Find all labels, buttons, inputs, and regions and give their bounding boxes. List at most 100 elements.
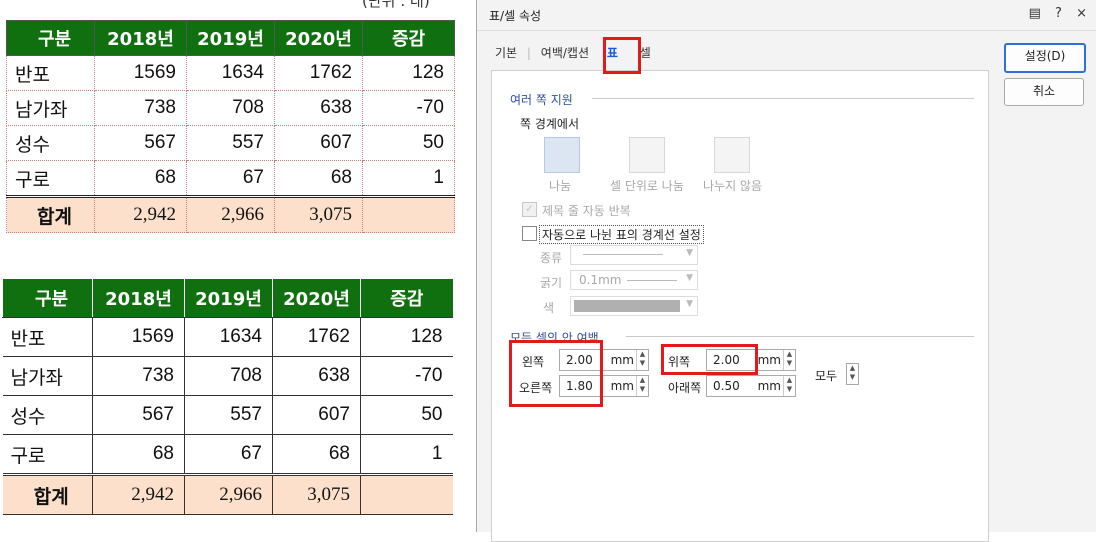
split-option-label: 나눔 bbox=[549, 179, 572, 193]
value-cell: 68 bbox=[274, 160, 363, 197]
row-label-cell: 구분 bbox=[2, 279, 93, 318]
titlebar-icons: ▤ ? × bbox=[1019, 6, 1087, 21]
value-cell: 738 bbox=[92, 356, 185, 396]
repeat-header-label: 제목 줄 자동 반복 bbox=[542, 204, 631, 218]
line-sample bbox=[583, 254, 663, 255]
row-label-cell: 구분 bbox=[6, 20, 95, 56]
spin-arrows-icon[interactable]: ▲ ▼ bbox=[783, 350, 795, 370]
spin-arrows-icon[interactable]: ▲ ▼ bbox=[636, 376, 648, 396]
row-label-cell: 성수 bbox=[2, 395, 93, 435]
type-label: 종류 bbox=[540, 251, 563, 265]
row-label-cell: 남가좌 bbox=[2, 356, 93, 396]
table-row: 구로 68 67 68 1 bbox=[6, 160, 455, 197]
value-cell: 증감 bbox=[362, 20, 455, 56]
bottom-margin-input[interactable]: 0.50 mm ▲ ▼ bbox=[706, 375, 796, 397]
no-split-option-icon[interactable] bbox=[714, 137, 750, 173]
value-cell: 68 bbox=[92, 434, 185, 475]
tab-separator: | bbox=[526, 46, 531, 60]
value-cell: 68 bbox=[272, 434, 361, 475]
color-label: 색 bbox=[543, 301, 555, 315]
tab-basic[interactable]: 기본 bbox=[495, 44, 517, 61]
color-combo[interactable]: ▼ bbox=[570, 296, 698, 316]
help-icon[interactable]: ? bbox=[1055, 6, 1062, 21]
close-icon[interactable]: × bbox=[1076, 6, 1087, 21]
auto-border-label: 자동으로 나뉜 표의 경계선 설정 bbox=[539, 225, 704, 244]
auto-border-checkbox[interactable] bbox=[522, 226, 537, 241]
row-label-cell: 남가좌 bbox=[6, 90, 95, 126]
value-cell: 2,966 bbox=[184, 473, 273, 515]
dialog-title: 표/셀 속성 bbox=[489, 9, 542, 23]
highlight-top-margin bbox=[661, 344, 758, 375]
width-line-sample bbox=[627, 280, 677, 281]
mm-unit: mm bbox=[610, 353, 634, 367]
value-cell: 67 bbox=[184, 434, 273, 475]
repeat-header-checkbox[interactable]: ✓ bbox=[522, 202, 537, 217]
width-combo[interactable]: 0.1mm ▼ bbox=[570, 270, 698, 290]
table-total-row: 합계 2,942 2,966 3,075 bbox=[2, 473, 453, 515]
value-cell: 1569 bbox=[92, 317, 185, 357]
row-label-cell: 반포 bbox=[6, 55, 95, 91]
value-cell: 607 bbox=[274, 125, 363, 161]
value-cell: 2020년 bbox=[274, 20, 363, 56]
unit-note: (단위 : 대) bbox=[362, 0, 430, 10]
value-cell: 3,075 bbox=[272, 473, 361, 515]
no-split-option-label: 나누지 않음 bbox=[703, 179, 763, 193]
value-cell: 3,075 bbox=[274, 195, 363, 233]
value-cell: 607 bbox=[272, 395, 361, 435]
table-row: 성수 567 557 607 50 bbox=[2, 395, 453, 435]
value-cell: 638 bbox=[272, 356, 361, 396]
value-cell: 738 bbox=[94, 90, 187, 126]
value-cell: 557 bbox=[186, 125, 275, 161]
tab-margin-caption[interactable]: 여백/캡션 bbox=[541, 44, 589, 61]
value-cell: 증감 bbox=[360, 279, 453, 318]
value-cell: 128 bbox=[360, 317, 453, 357]
table-cell-properties-dialog: 표/셀 속성 ▤ ? × 기본 | 여백/캡션 표 셀 설정(D) 취소 여러 … bbox=[476, 0, 1096, 542]
table-total-row: 합계 2,942 2,966 3,075 bbox=[6, 195, 455, 233]
chevron-down-icon: ▼ bbox=[686, 299, 693, 309]
tab-cell[interactable]: 셀 bbox=[640, 44, 651, 61]
value-cell: 1 bbox=[362, 160, 455, 197]
value-cell: 67 bbox=[186, 160, 275, 197]
value-cell: 638 bbox=[274, 90, 363, 126]
width-value: 0.1mm bbox=[579, 273, 622, 287]
cancel-button[interactable]: 취소 bbox=[1004, 78, 1084, 106]
value-cell: 2018년 bbox=[94, 20, 187, 56]
spin-arrows-icon[interactable]: ▲ ▼ bbox=[783, 376, 795, 396]
value-cell: 2,966 bbox=[186, 195, 275, 233]
value-cell: 2020년 bbox=[272, 279, 361, 318]
all-margin-label: 모두 bbox=[815, 369, 838, 383]
value-cell: 2,942 bbox=[94, 195, 187, 233]
split-option-icon[interactable] bbox=[544, 137, 580, 173]
value-cell: 557 bbox=[184, 395, 273, 435]
spin-arrows-icon[interactable]: ▲ ▼ bbox=[847, 364, 858, 384]
highlight-table-tab bbox=[603, 37, 641, 74]
value-cell: -70 bbox=[360, 356, 453, 396]
page-boundary-label: 쪽 경계에서 bbox=[520, 117, 580, 131]
mm-unit: mm bbox=[757, 353, 781, 367]
ok-button[interactable]: 설정(D) bbox=[1004, 43, 1086, 73]
section-divider bbox=[626, 336, 974, 337]
value-cell bbox=[362, 195, 455, 233]
table-row: 남가좌 738 708 638 -70 bbox=[2, 356, 453, 396]
table-row: 반포 1569 1634 1762 128 bbox=[2, 317, 453, 357]
spin-arrows-icon[interactable]: ▲ ▼ bbox=[636, 350, 648, 370]
dialog-titlebar[interactable]: 표/셀 속성 ▤ ? × bbox=[477, 0, 1096, 31]
value-cell: 708 bbox=[184, 356, 273, 396]
table-row: 구로 68 67 68 1 bbox=[2, 434, 453, 475]
value-cell: 567 bbox=[94, 125, 187, 161]
value-cell bbox=[360, 473, 453, 515]
table-tab-panel: 여러 쪽 지원 쪽 경계에서 나눔 셀 단위로 나눔 나누지 않음 ✓ 제목 줄… bbox=[491, 70, 989, 542]
split-by-cell-option-icon[interactable] bbox=[629, 137, 665, 173]
value-cell: 68 bbox=[94, 160, 187, 197]
type-combo[interactable]: ▼ bbox=[570, 245, 698, 265]
value-cell: 2018년 bbox=[92, 279, 185, 318]
table-2: 구분 2018년 2019년 2020년 증감 반포 1569 1634 1762 128 남가좌 7… bbox=[2, 279, 453, 515]
comment-icon[interactable]: ▤ bbox=[1029, 6, 1041, 21]
table-row: 반포 1569 1634 1762 128 bbox=[6, 55, 455, 91]
value-cell: 2019년 bbox=[184, 279, 273, 318]
value-cell: 50 bbox=[362, 125, 455, 161]
mm-unit: mm bbox=[610, 379, 634, 393]
all-margin-spinner[interactable]: ▲ ▼ bbox=[846, 363, 859, 385]
row-label-cell: 성수 bbox=[6, 125, 95, 161]
value-cell: 2019년 bbox=[186, 20, 275, 56]
